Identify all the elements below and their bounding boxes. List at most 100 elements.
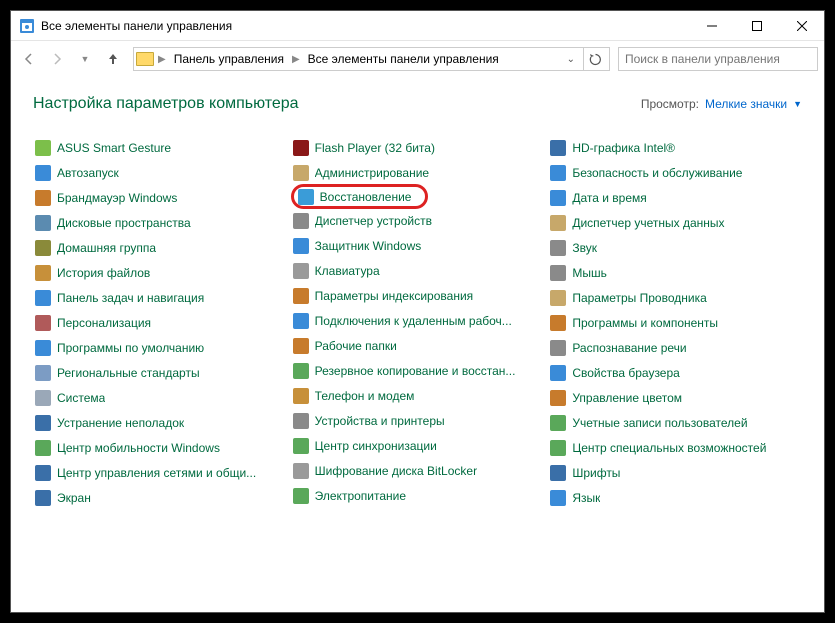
item-sound[interactable]: Звук — [548, 235, 802, 260]
item-power-options[interactable]: Электропитание — [291, 483, 545, 508]
item-personalization-label: Персонализация — [57, 316, 151, 330]
item-flash-player[interactable]: Flash Player (32 бита) — [291, 135, 545, 160]
item-region[interactable]: Региональные стандарты — [33, 360, 287, 385]
item-recovery[interactable]: Восстановление — [291, 184, 429, 209]
item-default-programs-icon — [35, 340, 51, 356]
item-programs-features[interactable]: Программы и компоненты — [548, 310, 802, 335]
item-sync-center-label: Центр синхронизации — [315, 439, 437, 453]
item-security-maintenance-icon — [550, 165, 566, 181]
item-windows-defender[interactable]: Защитник Windows — [291, 233, 545, 258]
item-internet-options[interactable]: Свойства браузера — [548, 360, 802, 385]
breadcrumb-sep-icon: ▶ — [156, 54, 168, 65]
maximize-button[interactable] — [734, 11, 779, 40]
breadcrumb-2[interactable]: Все элементы панели управления — [304, 50, 503, 68]
back-button[interactable] — [17, 47, 41, 71]
item-network-center-label: Центр управления сетями и общи... — [57, 466, 256, 480]
item-ease-of-access[interactable]: Центр специальных возможностей — [548, 435, 802, 460]
item-devices-printers-label: Устройства и принтеры — [315, 414, 445, 428]
item-default-programs[interactable]: Программы по умолчанию — [33, 335, 287, 360]
item-backup[interactable]: Резервное копирование и восстан... — [291, 358, 545, 383]
item-sync-center-icon — [293, 438, 309, 454]
item-fonts[interactable]: Шрифты — [548, 460, 802, 485]
refresh-button[interactable] — [583, 48, 607, 70]
item-power-options-label: Электропитание — [315, 489, 406, 503]
item-taskbar[interactable]: Панель задач и навигация — [33, 285, 287, 310]
item-indexing[interactable]: Параметры индексирования — [291, 283, 545, 308]
items-grid: ASUS Smart Gesture Автозапуск Брандмауэр W… — [33, 135, 802, 510]
item-phone-modem[interactable]: Телефон и модем — [291, 383, 545, 408]
item-admin-tools[interactable]: Администрирование — [291, 160, 545, 185]
item-file-history-icon — [35, 265, 51, 281]
item-bitlocker[interactable]: Шифрование диска BitLocker — [291, 458, 545, 483]
up-button[interactable] — [101, 47, 125, 71]
item-mouse[interactable]: Мышь — [548, 260, 802, 285]
item-speech[interactable]: Распознавание речи — [548, 335, 802, 360]
item-ease-of-access-label: Центр специальных возможностей — [572, 441, 766, 455]
item-intel-graphics[interactable]: HD-графика Intel® — [548, 135, 802, 160]
item-work-folders-label: Рабочие папки — [315, 339, 397, 353]
item-devices-printers[interactable]: Устройства и принтеры — [291, 408, 545, 433]
item-date-time[interactable]: Дата и время — [548, 185, 802, 210]
item-device-manager-icon — [293, 213, 309, 229]
address-bar[interactable]: ▶ Панель управления ▶ Все элементы панел… — [133, 47, 610, 71]
item-user-accounts[interactable]: Учетные записи пользователей — [548, 410, 802, 435]
item-firewall-icon — [35, 190, 51, 206]
address-dropdown-icon[interactable]: ⌄ — [561, 54, 581, 65]
item-autoplay-icon — [35, 165, 51, 181]
item-explorer-options[interactable]: Параметры Проводника — [548, 285, 802, 310]
item-display[interactable]: Экран — [33, 485, 287, 510]
item-color-management-label: Управление цветом — [572, 391, 682, 405]
item-storage-spaces[interactable]: Дисковые пространства — [33, 210, 287, 235]
item-speech-label: Распознавание речи — [572, 341, 686, 355]
search-input[interactable] — [618, 47, 818, 71]
item-region-icon — [35, 365, 51, 381]
item-security-maintenance[interactable]: Безопасность и обслуживание — [548, 160, 802, 185]
item-devices-printers-icon — [293, 413, 309, 429]
breadcrumb-1[interactable]: Панель управления — [170, 50, 288, 68]
item-phone-modem-icon — [293, 388, 309, 404]
minimize-button[interactable] — [689, 11, 734, 40]
item-work-folders[interactable]: Рабочие папки — [291, 333, 545, 358]
item-personalization-icon — [35, 315, 51, 331]
content-area: Настройка параметров компьютера Просмотр… — [11, 77, 824, 612]
item-system-icon — [35, 390, 51, 406]
item-date-time-icon — [550, 190, 566, 206]
item-language[interactable]: Язык — [548, 485, 802, 510]
item-troubleshooting-icon — [35, 415, 51, 431]
window-controls — [689, 11, 824, 40]
item-asus-smart-gesture[interactable]: ASUS Smart Gesture — [33, 135, 287, 160]
forward-button[interactable] — [45, 47, 69, 71]
item-recovery-label: Восстановление — [320, 190, 412, 204]
item-phone-modem-label: Телефон и модем — [315, 389, 415, 403]
item-troubleshooting[interactable]: Устранение неполадок — [33, 410, 287, 435]
item-system[interactable]: Система — [33, 385, 287, 410]
item-programs-features-icon — [550, 315, 566, 331]
item-default-programs-label: Программы по умолчанию — [57, 341, 204, 355]
item-file-history[interactable]: История файлов — [33, 260, 287, 285]
item-mobility-center[interactable]: Центр мобильности Windows — [33, 435, 287, 460]
item-sync-center[interactable]: Центр синхронизации — [291, 433, 545, 458]
item-homegroup[interactable]: Домашняя группа — [33, 235, 287, 260]
item-network-center[interactable]: Центр управления сетями и общи... — [33, 460, 287, 485]
item-keyboard-label: Клавиатура — [315, 264, 380, 278]
item-device-manager[interactable]: Диспетчер устройств — [291, 208, 545, 233]
item-color-management[interactable]: Управление цветом — [548, 385, 802, 410]
item-windows-defender-icon — [293, 238, 309, 254]
item-indexing-icon — [293, 288, 309, 304]
item-firewall[interactable]: Брандмауэр Windows — [33, 185, 287, 210]
item-keyboard[interactable]: Клавиатура — [291, 258, 545, 283]
item-personalization[interactable]: Персонализация — [33, 310, 287, 335]
item-admin-tools-icon — [293, 165, 309, 181]
view-selector[interactable]: Просмотр: Мелкие значки ▼ — [641, 97, 802, 111]
item-credential-manager[interactable]: Диспетчер учетных данных — [548, 210, 802, 235]
item-troubleshooting-label: Устранение неполадок — [57, 416, 184, 430]
item-windows-defender-label: Защитник Windows — [315, 239, 422, 253]
item-remote-app[interactable]: Подключения к удаленным рабоч... — [291, 308, 545, 333]
recent-locations-button[interactable]: ▼ — [73, 47, 97, 71]
view-value: Мелкие значки — [705, 97, 787, 111]
item-autoplay-label: Автозапуск — [57, 166, 119, 180]
item-mouse-icon — [550, 265, 566, 281]
close-button[interactable] — [779, 11, 824, 40]
item-internet-options-icon — [550, 365, 566, 381]
item-autoplay[interactable]: Автозапуск — [33, 160, 287, 185]
